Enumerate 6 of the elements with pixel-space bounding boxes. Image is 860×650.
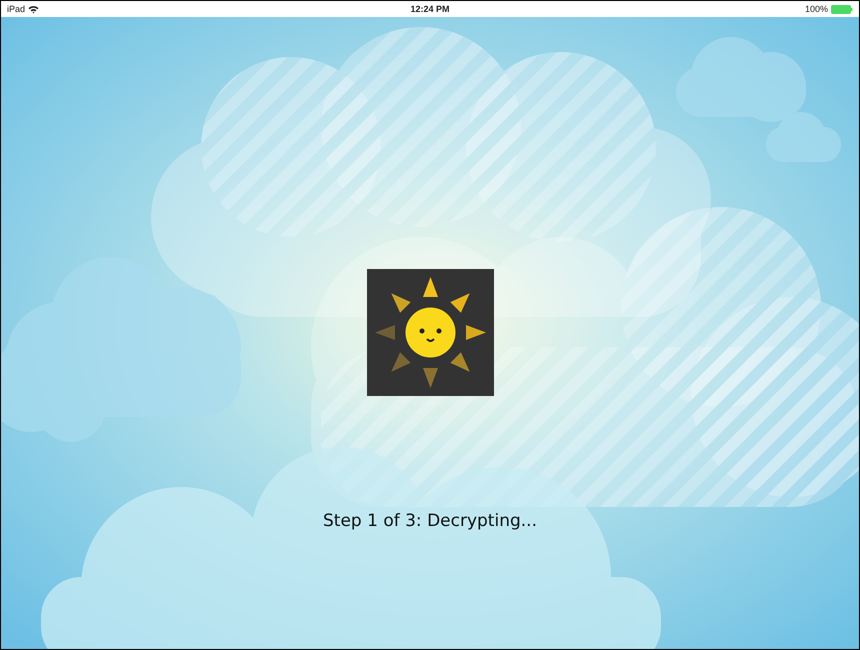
status-time: 12:24 PM (410, 4, 450, 14)
battery-icon (831, 4, 853, 14)
progress-message: Step 1 of 3: Decrypting... (323, 511, 537, 531)
battery-percent: 100% (804, 4, 828, 14)
wifi-icon (28, 4, 40, 14)
device-name: iPad (7, 4, 26, 14)
